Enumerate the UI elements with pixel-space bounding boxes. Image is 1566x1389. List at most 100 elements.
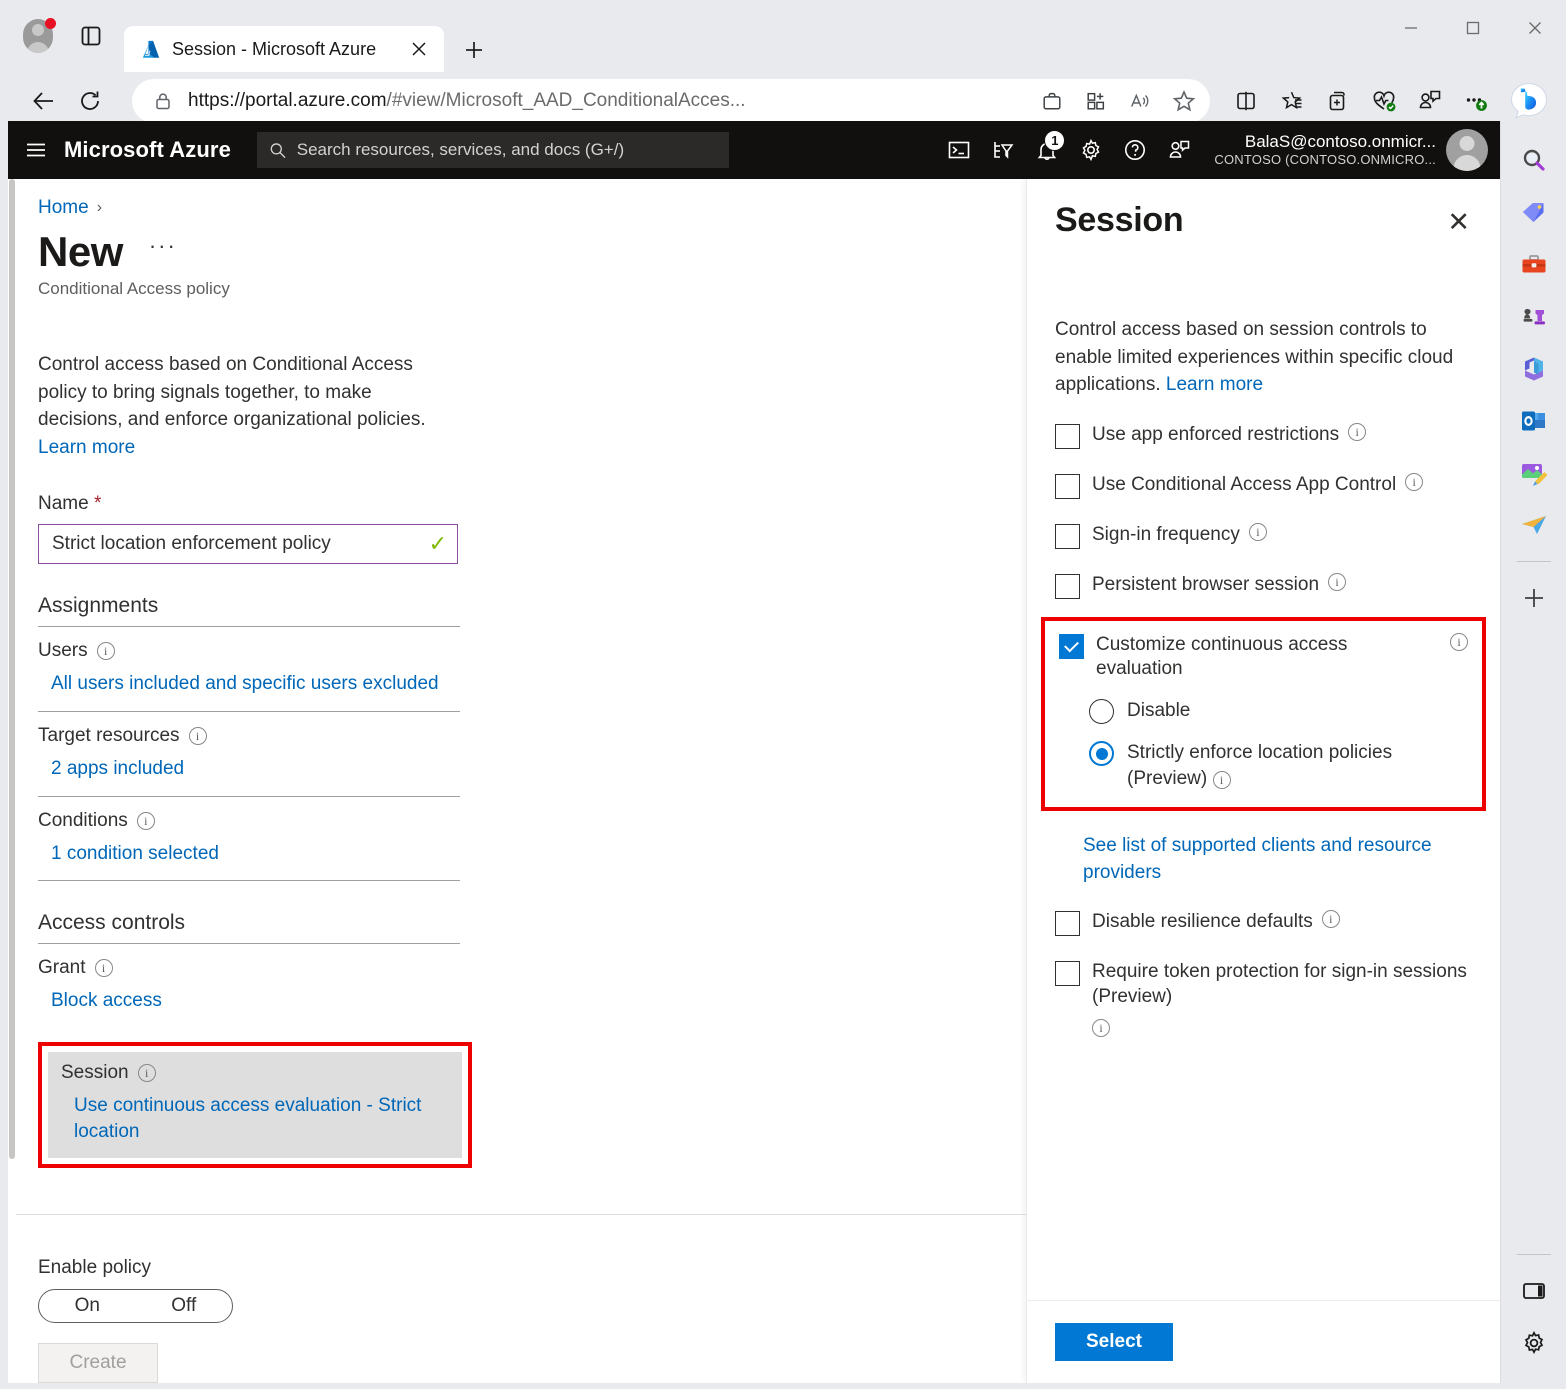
supported-clients-link[interactable]: See list of supported clients and resour…: [1055, 833, 1472, 886]
info-icon[interactable]: i: [94, 959, 113, 978]
sidebar-panel-icon[interactable]: [1510, 1265, 1558, 1317]
close-pane-button[interactable]: ✕: [1439, 201, 1478, 244]
enable-policy-toggle[interactable]: On Off: [38, 1289, 233, 1323]
feedback-icon[interactable]: [1158, 128, 1200, 172]
radio-option-disable[interactable]: Disable: [1059, 698, 1468, 725]
address-bar[interactable]: https://portal.azure.com/#view/Microsoft…: [132, 79, 1210, 123]
scrollbar-thumb[interactable]: [9, 179, 15, 1159]
add-to-grid-icon[interactable]: [1076, 81, 1116, 121]
info-icon[interactable]: i: [1348, 422, 1367, 441]
blade-footer: Enable policy On Off Create: [8, 1215, 1026, 1383]
star-icon[interactable]: [1164, 81, 1204, 121]
checkbox[interactable]: [1055, 423, 1080, 449]
sidebar-settings-icon[interactable]: [1510, 1317, 1558, 1369]
bing-copilot-icon[interactable]: [1506, 78, 1552, 124]
breadcrumb-home-link[interactable]: Home: [38, 197, 89, 219]
avatar[interactable]: [1446, 129, 1488, 171]
target-resources-value-link[interactable]: 2 apps included: [38, 747, 1026, 796]
info-icon[interactable]: i: [1092, 1018, 1110, 1037]
create-button[interactable]: Create: [38, 1343, 158, 1383]
account-menu[interactable]: BalaS@contoso.onmicr... CONTOSO (CONTOSO…: [1200, 129, 1492, 171]
read-aloud-icon[interactable]: [1120, 81, 1160, 121]
option-use-app-enforced-restrictions[interactable]: Use app enforced restrictions i: [1055, 422, 1472, 449]
info-icon[interactable]: i: [1248, 522, 1267, 541]
image-creator-icon[interactable]: [1510, 447, 1558, 499]
refresh-button[interactable]: [68, 79, 112, 123]
checkbox-checked[interactable]: [1059, 633, 1084, 659]
info-icon[interactable]: i: [1321, 910, 1340, 929]
toggle-option-on[interactable]: On: [39, 1295, 136, 1317]
blade-scrollbar[interactable]: [8, 179, 16, 1383]
more-options-icon[interactable]: [1454, 79, 1498, 123]
notifications-icon[interactable]: 1: [1026, 128, 1068, 172]
tools-briefcase-icon[interactable]: [1510, 239, 1558, 291]
info-icon[interactable]: i: [96, 642, 115, 661]
azure-body: Home › New ··· Conditional Access policy…: [8, 179, 1500, 1383]
pane-learn-more-link[interactable]: Learn more: [1166, 374, 1263, 395]
maximize-button[interactable]: [1442, 0, 1504, 56]
search-icon[interactable]: [1510, 135, 1558, 187]
more-actions-icon[interactable]: ···: [149, 233, 177, 271]
add-sidebar-app-button[interactable]: [1510, 572, 1558, 624]
drop-send-icon[interactable]: [1510, 499, 1558, 551]
assignment-row-conditions: Conditions i 1 condition selected: [38, 797, 1026, 881]
info-icon[interactable]: i: [1450, 632, 1468, 651]
microsoft-365-icon[interactable]: [1510, 343, 1558, 395]
session-value-link[interactable]: Use continuous access evaluation - Stric…: [61, 1084, 426, 1144]
policy-name-field[interactable]: ✓: [38, 524, 458, 565]
checkbox[interactable]: [1055, 523, 1080, 549]
conditions-value-link[interactable]: 1 condition selected: [38, 832, 1026, 881]
select-button[interactable]: Select: [1055, 1323, 1173, 1361]
close-tab-icon[interactable]: [406, 36, 432, 62]
checkbox[interactable]: [1055, 473, 1080, 499]
name-input[interactable]: [52, 533, 429, 556]
back-button[interactable]: [22, 79, 66, 123]
option-sign-in-frequency[interactable]: Sign-in frequency i: [1055, 522, 1472, 549]
option-customize-continuous-access-evaluation[interactable]: Customize continuous access evaluation i: [1059, 632, 1468, 682]
option-use-conditional-access-app-control[interactable]: Use Conditional Access App Control i: [1055, 472, 1472, 499]
radio-button-selected[interactable]: [1089, 741, 1114, 767]
outlook-icon[interactable]: [1510, 395, 1558, 447]
radio-option-strictly-enforce-location-policies[interactable]: Strictly enforce location policies (Prev…: [1059, 740, 1468, 791]
grant-value-link[interactable]: Block access: [38, 979, 1026, 1028]
azure-brand-title[interactable]: Microsoft Azure: [64, 137, 231, 163]
azure-global-search[interactable]: [256, 132, 729, 168]
info-icon[interactable]: i: [136, 811, 155, 830]
checkbox[interactable]: [1055, 573, 1080, 599]
blade-learn-more-link[interactable]: Learn more: [38, 437, 135, 458]
shopping-bag-icon[interactable]: [1032, 81, 1072, 121]
settings-gear-icon[interactable]: [1070, 128, 1112, 172]
new-tab-button[interactable]: [452, 28, 496, 72]
profile-button[interactable]: [18, 16, 58, 56]
chat-icon[interactable]: [1408, 79, 1452, 123]
collections-icon[interactable]: [1316, 79, 1360, 123]
info-icon[interactable]: i: [1405, 472, 1424, 491]
help-icon[interactable]: [1114, 128, 1156, 172]
toggle-option-off[interactable]: Off: [136, 1295, 233, 1317]
option-disable-resilience-defaults[interactable]: Disable resilience defaults i: [1055, 910, 1472, 937]
search-input[interactable]: [296, 140, 717, 160]
browser-tab-active[interactable]: Session - Microsoft Azure: [124, 26, 444, 72]
shopping-tag-icon[interactable]: [1510, 187, 1558, 239]
hamburger-menu-icon[interactable]: [8, 121, 64, 179]
close-window-button[interactable]: [1504, 0, 1566, 56]
info-icon[interactable]: i: [1212, 770, 1231, 789]
tab-actions-menu-icon[interactable]: [74, 19, 108, 53]
checkbox[interactable]: [1055, 961, 1080, 987]
minimize-button[interactable]: [1380, 0, 1442, 56]
favorites-icon[interactable]: [1270, 79, 1314, 123]
radio-button[interactable]: [1089, 699, 1114, 725]
split-screen-icon[interactable]: [1224, 79, 1268, 123]
info-icon[interactable]: i: [188, 727, 207, 746]
cloud-shell-icon[interactable]: [938, 128, 980, 172]
browser-essentials-icon[interactable]: [1362, 79, 1406, 123]
info-icon[interactable]: i: [137, 1063, 156, 1082]
access-control-row-session[interactable]: Session i Use continuous access evaluati…: [48, 1051, 462, 1159]
checkbox[interactable]: [1055, 911, 1080, 937]
option-require-token-protection[interactable]: Require token protection for sign-in ses…: [1055, 960, 1472, 1037]
users-value-link[interactable]: All users included and specific users ex…: [38, 662, 1026, 711]
directories-subscriptions-icon[interactable]: [982, 128, 1024, 172]
games-chess-icon[interactable]: [1510, 291, 1558, 343]
option-persistent-browser-session[interactable]: Persistent browser session i: [1055, 572, 1472, 599]
info-icon[interactable]: i: [1328, 572, 1347, 591]
